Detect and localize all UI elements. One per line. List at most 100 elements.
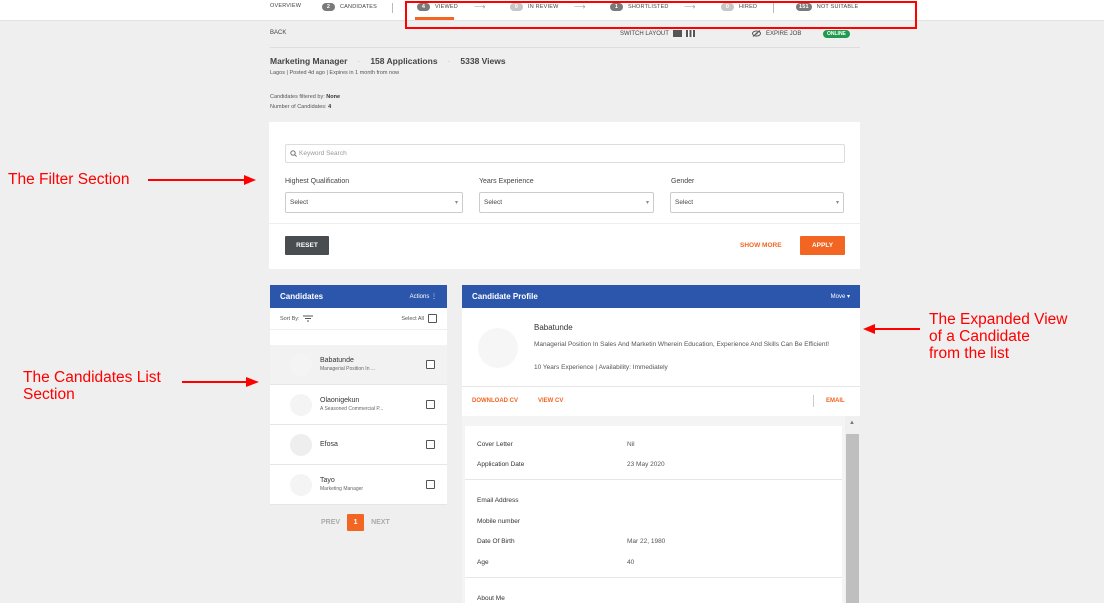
annotation-arrow-icon [148, 175, 256, 185]
grid-layout-icon[interactable] [672, 30, 682, 37]
dob-value: Mar 22, 1980 [627, 538, 666, 545]
scroll-up-icon[interactable]: ▲ [849, 420, 855, 426]
qualification-label: Highest Qualification [285, 178, 350, 185]
candidate-checkbox[interactable] [426, 360, 435, 369]
annotation-line: Section [23, 386, 75, 403]
avatar [290, 433, 312, 456]
avatar [478, 328, 518, 368]
dob-label: Date Of Birth [477, 538, 515, 545]
job-title: Marketing Manager [270, 56, 348, 66]
download-cv-button[interactable]: DOWNLOAD CV [472, 398, 518, 404]
annotation-line: of a Candidate [929, 328, 1030, 345]
profile-summary: Babatunde Managerial Position In Sales A… [462, 308, 860, 371]
views-count: 5338 Views [460, 56, 506, 66]
annotation-arrow-icon [863, 324, 920, 334]
view-cv-button[interactable]: VIEW CV [538, 398, 563, 404]
tab-overview-label: OVERVIEW [270, 3, 302, 9]
gender-select[interactable]: Select ▾ [670, 192, 844, 213]
scrollbar-thumb[interactable] [846, 434, 859, 603]
column-layout-icon[interactable] [685, 30, 695, 37]
candidate-checkbox[interactable] [426, 400, 435, 409]
tab-overview[interactable]: OVERVIEW [270, 3, 301, 9]
cover-letter-value: Nil [627, 441, 635, 448]
divider [465, 479, 842, 480]
candidate-name: Efosa [320, 441, 338, 448]
mobile-number-label: Mobile number [477, 518, 520, 525]
experience-label: Years Experience [479, 178, 534, 185]
annotation-line: The Expanded View [929, 311, 1068, 328]
age-label: Age [477, 559, 489, 566]
move-menu-button[interactable]: Move ▾ [831, 293, 850, 300]
job-meta: Lagos | Posted 4d ago | Expires in 1 mon… [270, 70, 400, 76]
keyword-search-input[interactable]: Keyword Search [285, 144, 845, 163]
candidates-panel-header: Candidates Actions ⋮ [270, 285, 447, 308]
candidates-panel-title: Candidates [280, 292, 324, 301]
reset-button[interactable]: RESET [285, 236, 329, 255]
chevron-down-icon: ▾ [645, 200, 649, 206]
search-icon [290, 150, 297, 157]
email-address-label: Email Address [477, 497, 519, 504]
profile-details: Cover Letter Nil Application Date 23 May… [462, 416, 845, 603]
candidate-list-item[interactable]: Olaonigekun A Seasoned Commercial P... [270, 385, 447, 425]
divider [813, 395, 814, 407]
avatar [290, 473, 312, 496]
email-button[interactable]: EMAIL [826, 398, 845, 404]
profile-name: Babatunde [534, 323, 573, 332]
filtered-by-value: None [326, 94, 341, 100]
divider [465, 577, 842, 578]
candidate-checkbox[interactable] [426, 440, 435, 449]
experience-select-value: Select [484, 199, 503, 206]
show-more-link[interactable]: SHOW MORE [740, 242, 782, 249]
cover-letter-label: Cover Letter [477, 441, 513, 448]
candidate-headline: Marketing Manager [320, 486, 364, 492]
switch-layout: SWITCH LAYOUT [620, 30, 695, 37]
chevron-down-icon: ▾ [835, 200, 839, 206]
candidate-list-item[interactable]: Babatunde Managerial Position In ... [270, 345, 447, 385]
sort-by-label: Sort By: [280, 315, 300, 322]
scrollbar[interactable]: ▲ [845, 416, 860, 603]
avatar [290, 393, 312, 416]
sort-by-button[interactable]: Sort By: [280, 315, 313, 322]
select-all-label: Select All [401, 315, 424, 322]
page-1-button[interactable]: 1 [347, 514, 365, 531]
experience-select[interactable]: Select ▾ [479, 192, 654, 213]
qualification-select-value: Select [290, 199, 309, 206]
annotation-line: The Candidates List [23, 369, 161, 386]
candidate-profile-panel: Candidate Profile Move ▾ Babatunde Manag… [462, 285, 860, 603]
status-badge: ONLINE [823, 30, 850, 38]
tab-candidates[interactable]: 2 CANDIDATES [322, 3, 377, 11]
select-all-checkbox[interactable] [428, 314, 437, 323]
candidate-list-item[interactable]: Tayo Marketing Manager [270, 465, 447, 505]
expire-job-label: EXPIRE JOB [766, 30, 802, 37]
keyword-search-placeholder: Keyword Search [299, 150, 347, 157]
candidate-headline: A Seasoned Commercial P... [320, 406, 384, 412]
prev-page-button[interactable]: PREV [321, 519, 340, 526]
candidate-checkbox[interactable] [426, 480, 435, 489]
select-all: Select All [401, 314, 437, 323]
expire-job-button[interactable]: EXPIRE JOB [752, 30, 801, 37]
annotation-line: from the list [929, 345, 1010, 362]
actions-menu-button[interactable]: Actions ⋮ [410, 293, 437, 300]
age-value: 40 [627, 559, 635, 566]
profile-description: Managerial Position In Sales And Marketi… [534, 341, 830, 348]
annotation-expanded-view: The Expanded View of a Candidate from th… [929, 311, 1067, 362]
pagination: PREV 1 NEXT [321, 514, 390, 531]
gender-select-value: Select [675, 199, 694, 206]
eye-off-icon [752, 30, 761, 37]
next-page-button[interactable]: NEXT [371, 519, 390, 526]
annotation-highlight-box [405, 1, 917, 29]
switch-layout-label: SWITCH LAYOUT [620, 30, 669, 37]
candidate-name: Babatunde [320, 357, 354, 364]
tab-candidates-label: CANDIDATES [340, 4, 378, 10]
apply-button[interactable]: APPLY [800, 236, 845, 255]
annotation-filter-section: The Filter Section [8, 171, 130, 188]
details-card: Cover Letter Nil Application Date 23 May… [465, 426, 842, 603]
candidate-list-item[interactable]: Efosa [270, 425, 447, 465]
filtered-by-label: Candidates filtered by: [270, 94, 325, 100]
qualification-select[interactable]: Select ▾ [285, 192, 463, 213]
applications-count: 158 Applications [370, 56, 438, 66]
back-link[interactable]: BACK [270, 30, 286, 36]
avatar [290, 353, 312, 376]
about-me-label: About Me [477, 595, 505, 602]
filter-section: Keyword Search Highest Qualification Yea… [269, 122, 860, 269]
